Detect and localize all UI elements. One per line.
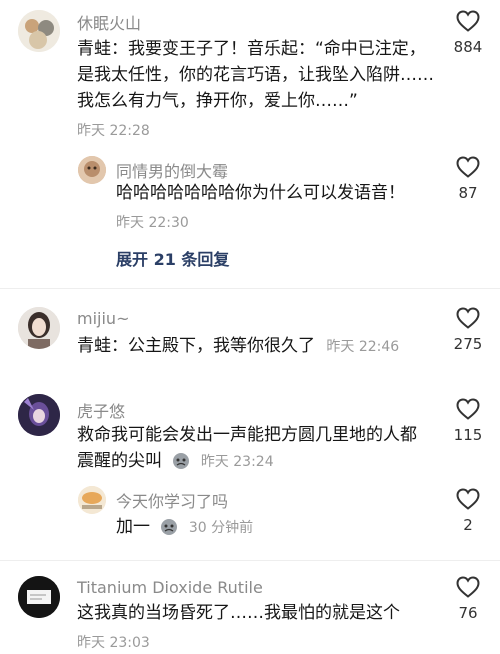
username[interactable]: 虎子悠 <box>77 398 125 422</box>
like-count: 76 <box>458 604 478 622</box>
like-button[interactable]: 76 <box>438 576 498 622</box>
heart-outline-icon <box>456 156 480 178</box>
heart-outline-icon <box>456 398 480 420</box>
comment-text: 青蛙：公主殿下，我等你很久了 昨天 22:46 <box>77 333 399 360</box>
comment-item: 休眠火山 青蛙：我要变王子了！音乐起：“命中已注定， 是我太任性，你的花言巧语，… <box>0 0 500 150</box>
divider <box>0 560 500 561</box>
like-button[interactable]: 884 <box>438 10 498 56</box>
avatar[interactable] <box>18 394 60 436</box>
username[interactable]: 同情男的倒大霉 <box>116 158 228 182</box>
avatar[interactable] <box>18 10 60 52</box>
username[interactable]: mijiu~ <box>77 309 129 328</box>
comment-item: Titanium Dioxide Rutile 这我真的当场昏死了……我最怕的就… <box>0 566 500 654</box>
avatar[interactable] <box>78 486 106 514</box>
sticker-icon <box>173 453 190 469</box>
comment-time: 30 分钟前 <box>188 520 254 536</box>
comment-text: 哈哈哈哈哈哈哈你为什么可以发语音！ <box>116 183 405 203</box>
sticker-icon <box>161 519 178 535</box>
like-button[interactable]: 115 <box>438 398 498 444</box>
heart-outline-icon <box>456 576 480 598</box>
like-count: 87 <box>458 184 478 202</box>
reply-item: 今天你学习了吗 加一 30 分钟前 2 <box>0 482 500 552</box>
comment-text-line: 我怎么有力气，挣开你，爱上你……” <box>77 91 358 111</box>
avatar[interactable] <box>18 307 60 349</box>
comment-text-body: 震醒的尖叫 <box>77 451 162 471</box>
comment-text-line: 震醒的尖叫 昨天 23:24 <box>77 448 417 475</box>
comment-time: 昨天 22:30 <box>116 215 189 231</box>
heart-outline-icon <box>456 10 480 32</box>
comment-text-line: 青蛙：我要变王子了！音乐起：“命中已注定， <box>77 39 426 59</box>
heart-outline-icon <box>456 307 480 329</box>
like-count: 115 <box>453 426 483 444</box>
comment-time: 昨天 22:46 <box>326 339 400 355</box>
like-button[interactable]: 87 <box>438 156 498 202</box>
like-count: 275 <box>453 335 483 353</box>
avatar[interactable] <box>18 576 60 618</box>
like-count: 884 <box>453 38 483 56</box>
username[interactable]: 今天你学习了吗 <box>116 488 228 512</box>
comment-item: mijiu~ 青蛙：公主殿下，我等你很久了 昨天 22:46 275 <box>0 289 500 374</box>
comment-text-body: 加一 <box>116 517 150 537</box>
comment-text-line: 是我太任性，你的花言巧语，让我坠入陷阱…… <box>77 65 434 85</box>
like-button[interactable]: 275 <box>438 307 498 353</box>
comment-text-body: 青蛙：公主殿下，我等你很久了 <box>77 336 315 356</box>
comment-text: 青蛙：我要变王子了！音乐起：“命中已注定， 是我太任性，你的花言巧语，让我坠入陷… <box>77 36 434 114</box>
like-button[interactable]: 2 <box>438 488 498 534</box>
comment-text: 这我真的当场昏死了……我最怕的就是这个 <box>77 603 400 623</box>
username[interactable]: Titanium Dioxide Rutile <box>77 578 263 597</box>
username[interactable]: 休眠火山 <box>77 10 141 34</box>
reply-item: 同情男的倒大霉 哈哈哈哈哈哈哈你为什么可以发语音！ 昨天 22:30 87 <box>0 150 500 231</box>
like-count: 2 <box>463 516 473 534</box>
comment-text: 救命我可能会发出一声能把方圆几里地的人都 震醒的尖叫 昨天 23:24 <box>77 422 417 475</box>
comment-text-line: 救命我可能会发出一声能把方圆几里地的人都 <box>77 425 417 445</box>
comment-time: 昨天 22:28 <box>77 123 150 139</box>
expand-replies-link[interactable]: 展开 21 条回复 <box>116 246 229 270</box>
comment-item: 虎子悠 救命我可能会发出一声能把方圆几里地的人都 震醒的尖叫 昨天 23:24 … <box>0 380 500 480</box>
heart-outline-icon <box>456 488 480 510</box>
comment-time: 昨天 23:24 <box>200 454 274 470</box>
comment-text: 加一 30 分钟前 <box>116 514 253 541</box>
comment-time: 昨天 23:03 <box>77 635 150 651</box>
avatar[interactable] <box>78 156 106 184</box>
